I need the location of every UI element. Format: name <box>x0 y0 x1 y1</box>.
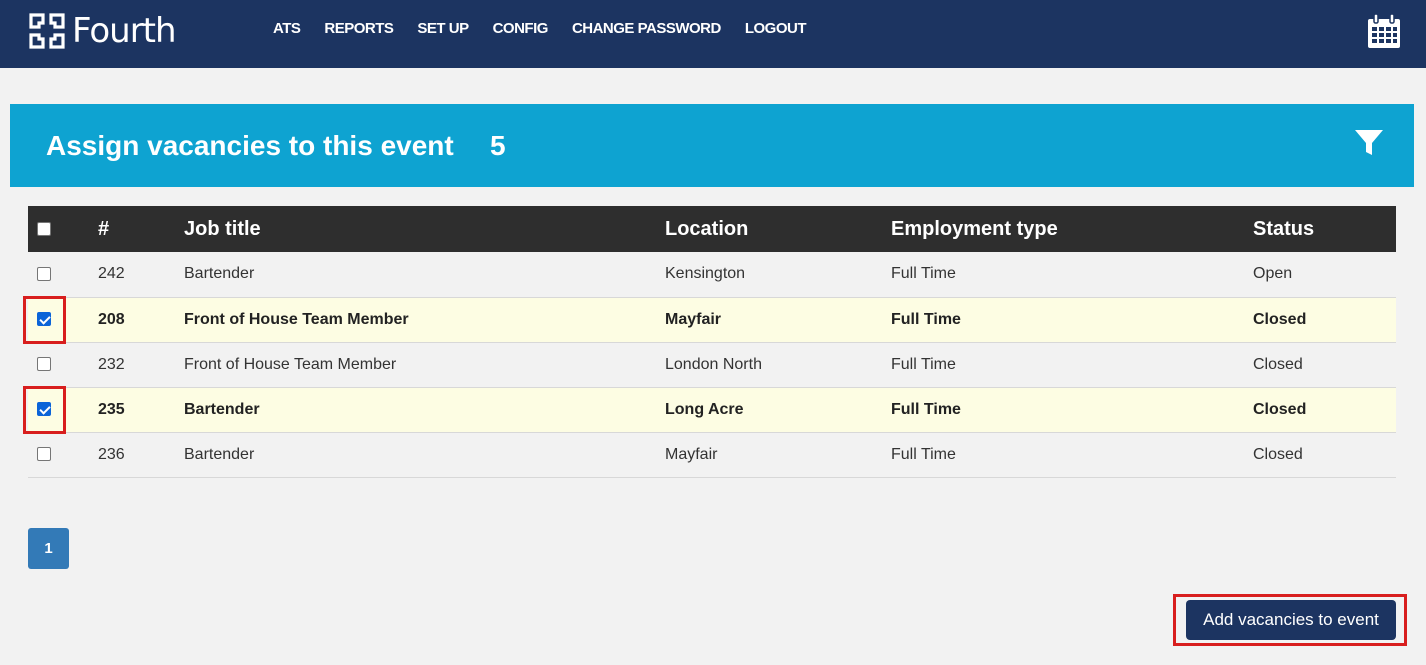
nav-item-ats[interactable]: ATS <box>273 19 301 39</box>
pagination-page-1[interactable]: 1 <box>28 528 69 569</box>
filter-icon[interactable] <box>1354 128 1384 158</box>
top-navigation-bar: Fourth ATS REPORTS SET UP CONFIG CHANGE … <box>0 0 1426 68</box>
column-header-status[interactable]: Status <box>1253 206 1396 252</box>
job-title: Front of House Team Member <box>184 355 397 373</box>
table-row[interactable]: 232 Front of House Team Member London No… <box>28 342 1396 387</box>
status: Closed <box>1253 355 1303 373</box>
table-row[interactable]: 236 Bartender Mayfair Full Time Closed <box>28 432 1396 477</box>
location: Mayfair <box>665 310 722 328</box>
table-header-row: # Job title Location Employment type Sta… <box>28 206 1396 252</box>
vacancy-id: 236 <box>98 445 125 463</box>
column-header-location[interactable]: Location <box>665 206 891 252</box>
row-select-cell <box>28 297 98 342</box>
nav-item-config[interactable]: CONFIG <box>493 19 549 39</box>
employment-type: Full Time <box>891 400 961 418</box>
select-all-cell <box>28 206 98 252</box>
table-row[interactable]: 235 Bartender Long Acre Full Time Closed <box>28 387 1396 432</box>
employment-type: Full Time <box>891 310 961 328</box>
row-checkbox[interactable] <box>37 447 51 462</box>
nav-item-logout[interactable]: LOGOUT <box>745 19 807 39</box>
column-header-employment-type[interactable]: Employment type <box>891 206 1253 252</box>
employment-type: Full Time <box>891 355 956 373</box>
vacancy-id: 208 <box>98 310 125 328</box>
row-checkbox[interactable] <box>37 402 51 417</box>
vacancy-id: 235 <box>98 400 125 418</box>
page-title: Assign vacancies to this event <box>46 130 454 161</box>
vacancies-table: # Job title Location Employment type Sta… <box>28 206 1396 478</box>
add-vacancies-button[interactable]: Add vacancies to event <box>1186 600 1396 640</box>
nav-item-reports[interactable]: REPORTS <box>324 19 394 39</box>
row-select-cell <box>28 387 98 432</box>
row-checkbox[interactable] <box>37 357 51 372</box>
status: Closed <box>1253 400 1307 418</box>
select-all-checkbox[interactable] <box>37 222 51 237</box>
vacancy-count: 5 <box>490 130 506 161</box>
table-row[interactable]: 208 Front of House Team Member Mayfair F… <box>28 297 1396 342</box>
job-title: Bartender <box>184 400 260 418</box>
location: Long Acre <box>665 400 744 418</box>
row-select-cell <box>28 342 98 387</box>
row-select-cell <box>28 432 98 477</box>
assign-vacancies-header: Assign vacancies to this event 5 <box>10 104 1414 187</box>
fourth-logo-icon <box>29 13 65 49</box>
table-row[interactable]: 242 Bartender Kensington Full Time Open <box>28 252 1396 297</box>
location: London North <box>665 355 762 373</box>
column-header-job-title[interactable]: Job title <box>184 206 665 252</box>
status: Closed <box>1253 445 1303 463</box>
main-nav: ATS REPORTS SET UP CONFIG CHANGE PASSWOR… <box>273 19 807 39</box>
location: Kensington <box>665 265 746 283</box>
row-checkbox[interactable] <box>37 267 51 282</box>
calendar-icon[interactable] <box>1366 13 1402 50</box>
brand-name: Fourth <box>72 11 177 51</box>
job-title: Bartender <box>184 265 255 283</box>
job-title: Bartender <box>184 445 255 463</box>
employment-type: Full Time <box>891 445 956 463</box>
status: Closed <box>1253 310 1307 328</box>
fourth-logo[interactable]: Fourth <box>28 11 177 51</box>
employment-type: Full Time <box>891 265 956 283</box>
vacancy-id: 232 <box>98 355 125 373</box>
vacancy-id: 242 <box>98 265 125 283</box>
nav-item-change-password[interactable]: CHANGE PASSWORD <box>572 19 721 39</box>
row-select-cell <box>28 252 98 297</box>
nav-item-set-up[interactable]: SET UP <box>417 19 469 39</box>
status: Open <box>1253 265 1293 283</box>
location: Mayfair <box>665 445 718 463</box>
column-header-number[interactable]: # <box>98 206 184 252</box>
row-checkbox[interactable] <box>37 312 51 327</box>
job-title: Front of House Team Member <box>184 310 409 328</box>
